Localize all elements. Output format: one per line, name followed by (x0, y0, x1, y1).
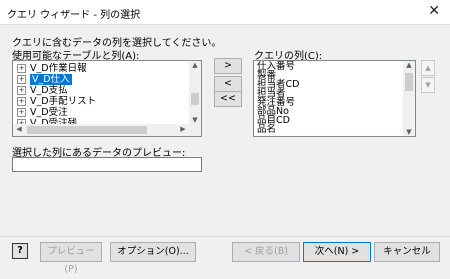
expand-icon[interactable]: + (17, 75, 26, 84)
cancel-button[interactable]: キャンセル (374, 242, 440, 262)
scroll-thumb[interactable] (27, 126, 147, 134)
scroll-down-icon[interactable]: ▼ (189, 116, 201, 124)
horizontal-scrollbar[interactable]: ◀ ▶ (13, 124, 189, 136)
move-down-button[interactable]: ▼ (421, 77, 435, 93)
scroll-thumb[interactable] (405, 73, 413, 91)
move-up-button[interactable]: ▲ (421, 60, 435, 76)
available-columns-tree[interactable]: + V_D作業日報 + V_D仕入 + V_D支払 + V_D手配リスト + V_D受注 … (12, 60, 202, 137)
back-button[interactable]: < 戻る(B) (232, 242, 300, 262)
vertical-scrollbar[interactable]: ▲ ▼ (189, 61, 201, 124)
options-button[interactable]: オプション(O)... (110, 242, 196, 262)
scroll-up-icon[interactable]: ▲ (189, 61, 201, 69)
add-column-button[interactable]: > (214, 58, 242, 74)
expand-icon[interactable]: + (17, 64, 26, 73)
scroll-up-icon[interactable]: ▲ (403, 61, 415, 69)
preview-field[interactable] (12, 157, 202, 172)
scrollbar-corner (189, 124, 201, 136)
query-columns-list[interactable]: 仕入番号 製番 担当者CD 担当者 発注番号 部品No 品目CD 品名 ▲ ▼ (253, 60, 416, 137)
close-icon[interactable]: ✕ (428, 3, 440, 19)
scroll-right-icon[interactable]: ▶ (177, 125, 189, 133)
title-bar: クエリ ウィザード - 列の選択 ✕ (0, 0, 450, 25)
vertical-scrollbar[interactable]: ▲ ▼ (403, 61, 415, 136)
tree-item[interactable]: + V_D作業日報 (17, 63, 87, 74)
remove-column-button[interactable]: < (214, 76, 242, 92)
tree-item[interactable]: + V_D手配リスト (17, 96, 96, 107)
scroll-down-icon[interactable]: ▼ (403, 128, 415, 136)
expand-icon[interactable]: + (17, 97, 26, 106)
preview-button[interactable]: プレビュー(P) (40, 242, 102, 275)
expand-icon[interactable]: + (17, 108, 26, 117)
footer-divider (0, 236, 450, 237)
scroll-left-icon[interactable]: ◀ (13, 125, 25, 133)
remove-all-columns-button[interactable]: << (214, 91, 242, 107)
list-item[interactable]: 品名 (257, 125, 276, 135)
next-button[interactable]: 次へ(N) > (303, 242, 371, 262)
window-title: クエリ ウィザード - 列の選択 (7, 10, 141, 21)
tree-item[interactable]: + V_D支払 (17, 85, 68, 96)
expand-icon[interactable]: + (17, 86, 26, 95)
tree-item-selected[interactable]: + V_D仕入 (17, 74, 72, 85)
help-button[interactable]: ? (12, 243, 28, 259)
scroll-thumb[interactable] (191, 93, 199, 105)
tree-item[interactable]: + V_D受注 (17, 107, 68, 118)
